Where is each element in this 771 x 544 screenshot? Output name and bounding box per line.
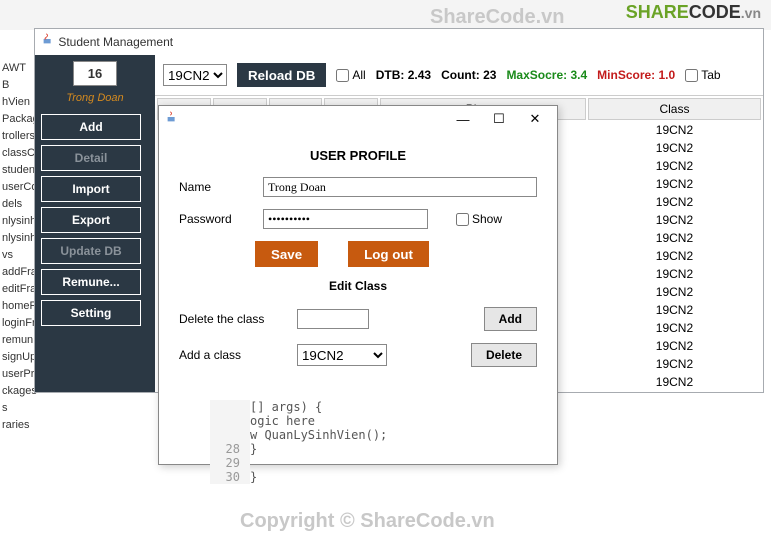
dialog-heading: USER PROFILE: [179, 148, 537, 163]
add-class-label: Add a class: [179, 348, 289, 362]
sidebar-remune--button[interactable]: Remune...: [41, 269, 141, 295]
tab-checkbox-wrap[interactable]: Tab: [685, 68, 720, 82]
sidebar-detail-button[interactable]: Detail: [41, 145, 141, 171]
user-id-badge[interactable]: 16: [73, 61, 117, 86]
min-score-stat: MinScore: 1.0: [597, 68, 675, 82]
column-header[interactable]: Class: [588, 98, 761, 120]
minimize-button[interactable]: —: [445, 108, 481, 130]
all-checkbox-wrap[interactable]: All: [336, 68, 365, 82]
tab-checkbox[interactable]: [685, 69, 698, 82]
reload-db-button[interactable]: Reload DB: [237, 63, 326, 87]
watermark: ShareCode.vn: [430, 6, 564, 29]
sidebar: 16 Trong Doan Add Detail Import Export Updat…: [35, 55, 155, 392]
add-class-button[interactable]: Add: [484, 307, 537, 331]
all-checkbox[interactable]: [336, 69, 349, 82]
sharecode-logo: SHARECODE.vn: [626, 2, 761, 23]
delete-class-button[interactable]: Delete: [471, 343, 537, 367]
name-label: Name: [179, 180, 255, 194]
name-input[interactable]: [263, 177, 537, 197]
java-icon: [41, 32, 55, 46]
window-title-bar: Student Management: [35, 29, 763, 55]
save-button[interactable]: Save: [255, 241, 318, 267]
copyright-watermark: Copyright © ShareCode.vn: [240, 510, 495, 533]
code-editor: [] args) {ogic herew QuanLySinhVien();28…: [210, 400, 387, 484]
window-title: Student Management: [58, 35, 173, 49]
add-class-select[interactable]: 19CN2: [297, 344, 387, 366]
user-name-label: Trong Doan: [66, 92, 123, 104]
sidebar-setting-button[interactable]: Setting: [41, 300, 141, 326]
logout-button[interactable]: Log out: [348, 241, 429, 267]
sidebar-update-db-button[interactable]: Update DB: [41, 238, 141, 264]
sidebar-add-button[interactable]: Add: [41, 114, 141, 140]
class-select[interactable]: 19CN2: [163, 64, 227, 86]
edit-class-heading: Edit Class: [179, 279, 537, 293]
max-score-stat: MaxSocre: 3.4: [506, 68, 587, 82]
close-button[interactable]: ✕: [517, 108, 553, 130]
dtb-stat: DTB: 2.43: [376, 68, 431, 82]
delete-class-input[interactable]: [297, 309, 369, 329]
delete-class-label: Delete the class: [179, 312, 289, 326]
maximize-button[interactable]: ☐: [481, 108, 517, 130]
password-label: Password: [179, 212, 255, 226]
show-checkbox[interactable]: [456, 213, 469, 226]
dialog-title-bar: — ☐ ✕: [159, 106, 557, 132]
count-stat: Count: 23: [441, 68, 496, 82]
toolbar: 19CN2 Reload DB All DTB: 2.43 Count: 23 …: [155, 55, 763, 95]
show-checkbox-wrap[interactable]: Show: [456, 212, 502, 226]
java-icon: [165, 110, 179, 127]
password-input[interactable]: [263, 209, 428, 229]
sidebar-export-button[interactable]: Export: [41, 207, 141, 233]
sidebar-import-button[interactable]: Import: [41, 176, 141, 202]
